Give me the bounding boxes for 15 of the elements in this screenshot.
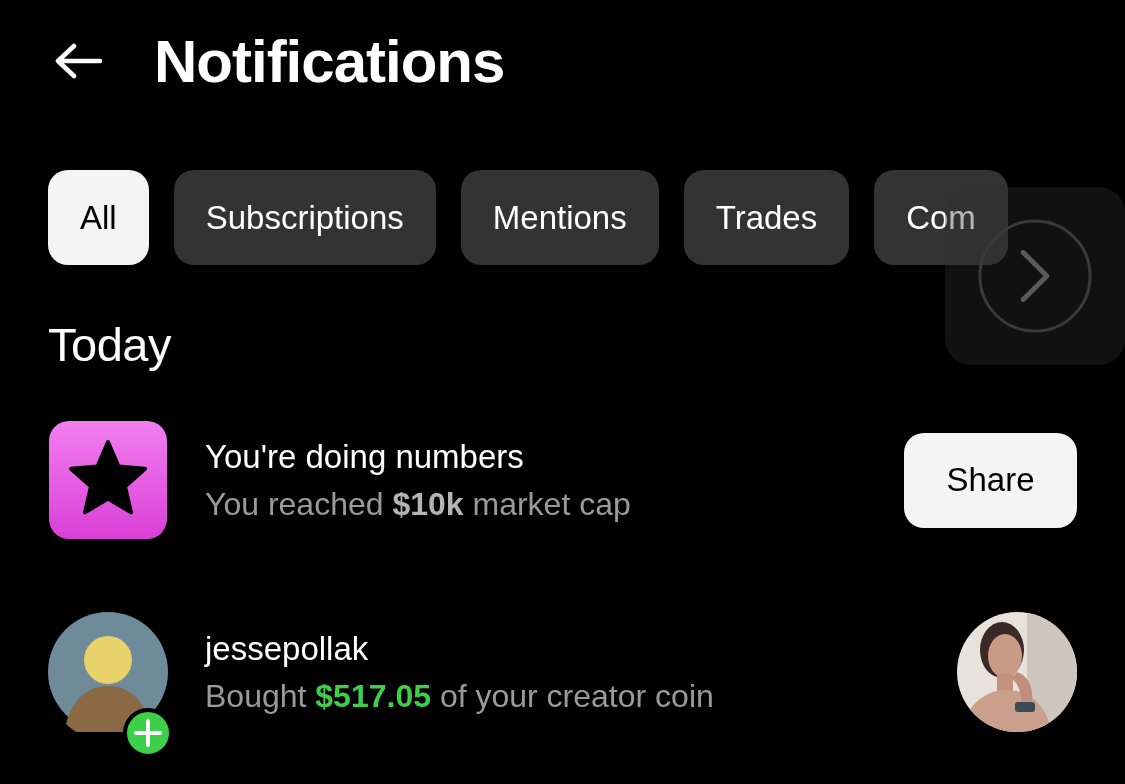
page-title: Notifications [154,26,505,96]
filter-tab[interactable]: Com [874,170,1008,265]
notification-detail: You reached $10k market cap [205,485,632,523]
avatar-icon[interactable] [48,612,168,732]
chevron-right-icon [976,217,1094,335]
notification-detail: Bought $517.05 of your creator coin [205,677,715,715]
notification-title: jessepollak [205,629,370,668]
section-heading: Today [48,317,173,372]
share-button[interactable]: Share [904,432,1077,528]
notification-title: You're doing numbers [205,437,525,476]
filter-tab[interactable]: Subscriptions [173,170,436,265]
filter-tab[interactable]: Mentions [460,170,659,265]
filter-tab[interactable]: All [48,170,149,265]
filter-tab[interactable]: Trades [683,170,850,265]
back-arrow-icon[interactable] [54,43,102,79]
